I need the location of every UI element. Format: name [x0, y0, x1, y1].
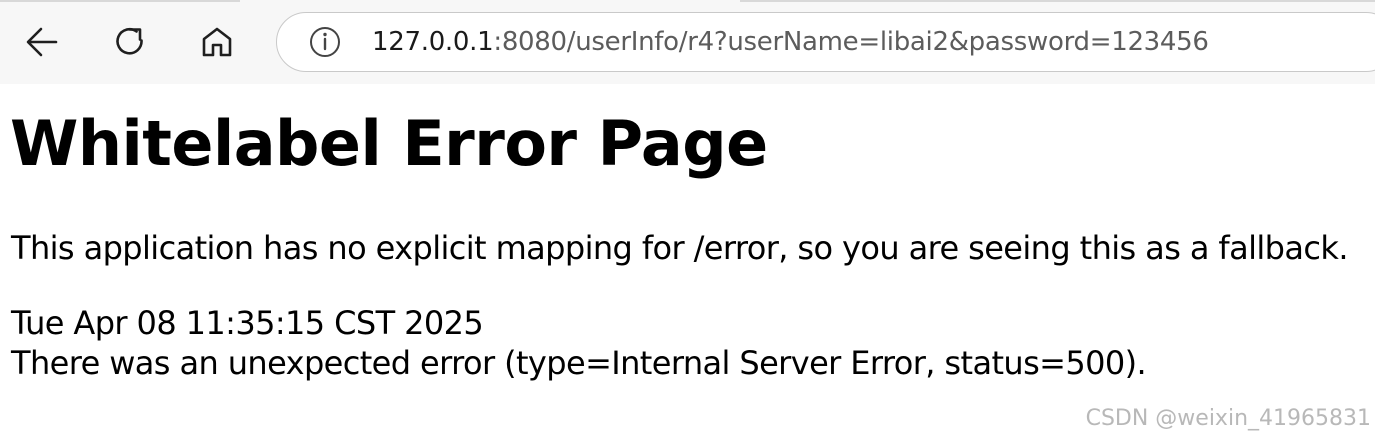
page-content: Whitelabel Error Page This application h…	[0, 84, 1375, 445]
url-path-query: :8080/userInfo/r4?userName=libai2&passwo…	[493, 27, 1209, 57]
browser-toolbar: 127.0.0.1:8080/userInfo/r4?userName=liba…	[0, 0, 1375, 84]
url-host: 127.0.0.1	[372, 27, 494, 57]
back-button[interactable]	[22, 22, 62, 62]
site-info-button[interactable]	[308, 25, 342, 59]
tab-edge-left	[0, 0, 240, 2]
info-icon	[310, 27, 340, 57]
watermark: CSDN @weixin_41965831	[1085, 406, 1371, 431]
error-message: This application has no explicit mapping…	[11, 229, 1349, 267]
page-title: Whitelabel Error Page	[10, 107, 768, 180]
reload-icon	[116, 28, 143, 55]
reload-button[interactable]	[110, 22, 150, 62]
error-detail: There was an unexpected error (type=Inte…	[11, 344, 1147, 382]
tab-edge-right	[740, 0, 1375, 2]
back-arrow-icon	[26, 27, 58, 57]
address-url[interactable]: 127.0.0.1:8080/userInfo/r4?userName=liba…	[372, 24, 1209, 60]
home-icon	[202, 27, 232, 57]
home-button[interactable]	[197, 22, 237, 62]
error-timestamp: Tue Apr 08 11:35:15 CST 2025	[11, 304, 484, 342]
